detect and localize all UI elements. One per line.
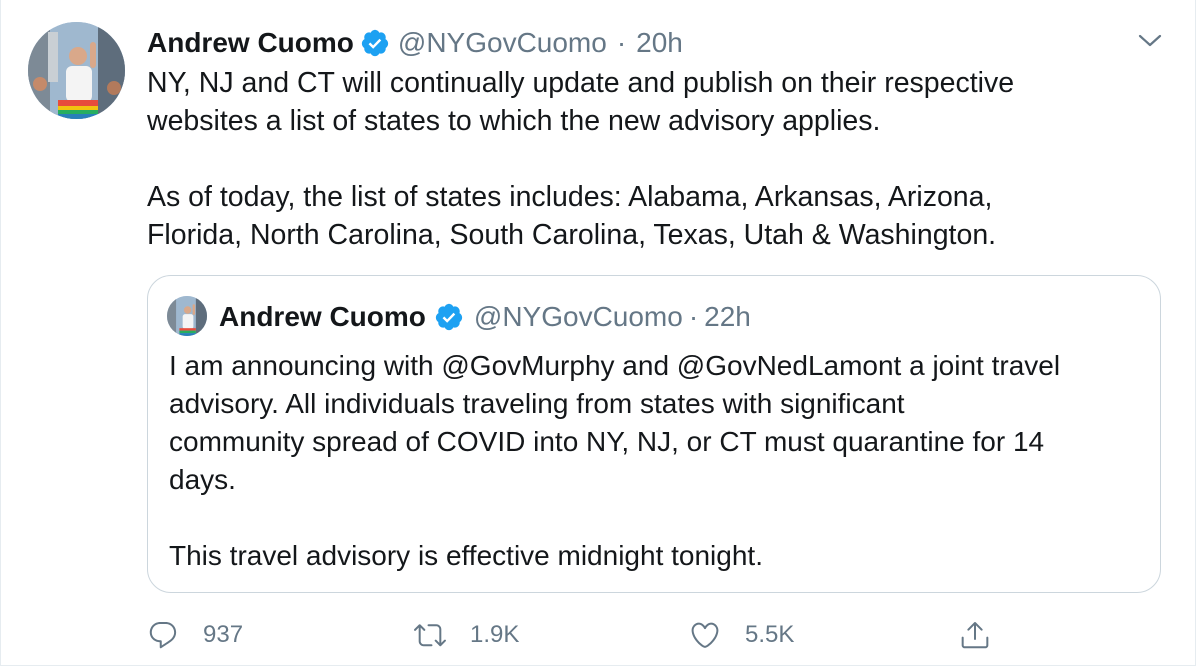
verified-badge-icon: [360, 28, 390, 58]
quoted-header-separator: ·: [688, 301, 699, 332]
tweet-timestamp[interactable]: 20h: [636, 27, 683, 59]
tweet-body: NY, NJ and CT will continually update an…: [147, 67, 1015, 251]
quoted-tweet-header: Andrew Cuomo @NYGovCuomo · 22h: [219, 297, 751, 337]
retweet-count: 1.9K: [470, 621, 520, 648]
author-handle[interactable]: @NYGovCuomo: [398, 27, 607, 59]
quoted-tweet[interactable]: Andrew Cuomo @NYGovCuomo · 22h I am anno…: [147, 275, 1161, 593]
chevron-down-icon[interactable]: [1137, 32, 1163, 50]
retweet-button[interactable]: 1.9K: [414, 615, 519, 655]
author-avatar[interactable]: [28, 22, 125, 119]
quoted-tweet-timestamp: 22h: [704, 301, 751, 332]
heart-icon: [691, 622, 719, 648]
reply-icon: [149, 621, 177, 649]
tweet-header: Andrew Cuomo @NYGovCuomo · 20h: [147, 24, 683, 62]
verified-badge-icon: [434, 302, 464, 332]
quoted-author-name: Andrew Cuomo: [219, 301, 426, 332]
share-button[interactable]: [959, 615, 1015, 655]
share-icon: [961, 622, 989, 649]
like-button[interactable]: 5.5K: [689, 615, 794, 655]
quoted-tweet-body: I am announcing with @GovMurphy and @Gov…: [169, 350, 1061, 571]
retweet-icon: [414, 624, 446, 647]
tweet-actions: 937 1.9K 5.5K: [147, 615, 1007, 655]
tweet-card: Andrew Cuomo @NYGovCuomo · 20h NY, NJ an…: [0, 0, 1196, 666]
quoted-author-handle: @NYGovCuomo: [473, 301, 683, 332]
header-separator: ·: [616, 27, 627, 58]
reply-count: 937: [203, 621, 244, 648]
reply-button[interactable]: 937: [147, 615, 243, 655]
author-name[interactable]: Andrew Cuomo: [147, 27, 354, 59]
quoted-author-avatar[interactable]: [167, 296, 207, 336]
like-count: 5.5K: [745, 621, 795, 648]
